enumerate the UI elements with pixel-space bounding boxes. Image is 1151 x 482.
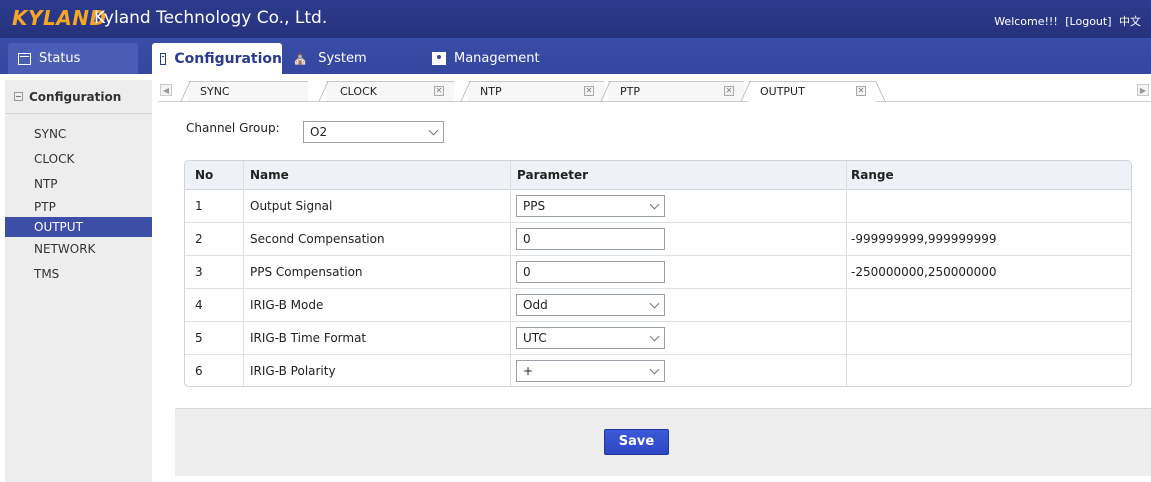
output-parameter-table: No Name Parameter Range 1 Output Signal … <box>184 160 1132 387</box>
chevron-down-icon <box>649 298 660 309</box>
subtab-clock[interactable]: CLOCK ✕ <box>326 81 454 102</box>
chevron-down-icon <box>649 331 660 342</box>
output-signal-select[interactable]: PPS <box>516 195 665 217</box>
row-no: 2 <box>195 232 203 246</box>
column-divider <box>510 161 511 386</box>
sidebar-title: Configuration <box>29 89 122 104</box>
user-icon <box>432 52 446 65</box>
subtab-ptp-label: PTP <box>620 85 640 98</box>
irig-b-time-format-select[interactable]: UTC <box>516 327 665 349</box>
home-icon: ⛪ <box>292 51 309 66</box>
table-row: 2 Second Compensation 0 -999999999,99999… <box>185 223 1131 256</box>
logout-link[interactable]: [Logout] <box>1065 15 1111 28</box>
sidebar: Configuration SYNC CLOCK NTP PTP OUTPUT … <box>5 80 152 482</box>
scroll-right-icon[interactable]: ▶ <box>1137 84 1149 96</box>
app-header: KYLAND Kyland Technology Co., Ltd. Welco… <box>0 0 1151 38</box>
output-signal-value: PPS <box>523 199 546 213</box>
channel-group-value: O2 <box>310 125 328 139</box>
sidebar-item-network[interactable]: NETWORK <box>5 237 152 262</box>
row-no: 1 <box>195 199 203 213</box>
channel-group-label: Channel Group: <box>186 121 280 135</box>
row-no: 3 <box>195 265 203 279</box>
close-icon[interactable]: ✕ <box>724 86 734 96</box>
subtab-ntp-label: NTP <box>480 85 502 98</box>
welcome-text: Welcome!!! <box>994 15 1058 28</box>
row-range: -250000000,250000000 <box>851 265 997 279</box>
sidebar-item-ntp[interactable]: NTP <box>5 172 152 197</box>
irig-b-mode-select[interactable]: Odd <box>516 294 665 316</box>
nav-tab-system-label: System <box>318 51 367 66</box>
window-icon <box>18 52 31 65</box>
list-icon <box>160 52 167 65</box>
sidebar-item-tms[interactable]: TMS <box>5 262 152 287</box>
sidebar-item-sync[interactable]: SYNC <box>5 122 152 147</box>
row-name: PPS Compensation <box>250 265 363 279</box>
chevron-down-icon <box>649 364 660 375</box>
row-no: 6 <box>195 364 203 378</box>
irig-b-polarity-value: + <box>523 364 534 378</box>
nav-tab-status[interactable]: Status <box>8 43 138 74</box>
sidebar-item-output[interactable]: OUTPUT <box>5 217 152 237</box>
table-row: 5 IRIG-B Time Format UTC <box>185 322 1131 355</box>
close-icon[interactable]: ✕ <box>434 86 444 96</box>
welcome-area: Welcome!!! [Logout] 中文 <box>990 13 1141 29</box>
channel-group-select[interactable]: O2 <box>303 121 444 143</box>
sidebar-list: SYNC CLOCK NTP PTP OUTPUT NETWORK TMS <box>5 122 152 287</box>
language-switch[interactable]: 中文 <box>1119 15 1141 28</box>
chevron-down-icon <box>649 199 660 210</box>
column-header-name: Name <box>250 168 289 182</box>
column-header-range: Range <box>851 168 894 182</box>
column-header-no: No <box>195 168 214 182</box>
kyland-logo: KYLAND <box>12 6 107 30</box>
subtab-sync[interactable]: SYNC <box>188 81 308 102</box>
subtab-output[interactable]: OUTPUT ✕ <box>748 81 876 102</box>
row-name: IRIG-B Mode <box>250 298 324 312</box>
column-header-parameter: Parameter <box>517 168 589 182</box>
column-divider <box>846 161 847 386</box>
subtab-ptp[interactable]: PTP ✕ <box>608 81 744 102</box>
subtab-ntp[interactable]: NTP ✕ <box>468 81 604 102</box>
table-row: 6 IRIG-B Polarity + <box>185 355 1131 386</box>
subtab-sync-label: SYNC <box>200 85 230 98</box>
sub-tab-bar: ◀ SYNC CLOCK ✕ NTP ✕ PTP ✕ OUTPUT ✕ ▶ <box>158 80 1151 102</box>
chevron-down-icon <box>428 125 439 136</box>
row-name: IRIG-B Polarity <box>250 364 336 378</box>
scroll-left-icon[interactable]: ◀ <box>160 84 172 96</box>
save-button[interactable]: Save <box>604 429 669 455</box>
table-row: 3 PPS Compensation 0 -250000000,25000000… <box>185 256 1131 289</box>
subtab-clock-label: CLOCK <box>340 85 377 98</box>
close-icon[interactable]: ✕ <box>584 86 594 96</box>
subtab-output-label: OUTPUT <box>760 85 805 98</box>
pps-compensation-input[interactable]: 0 <box>516 261 665 283</box>
sidebar-header[interactable]: Configuration <box>5 80 152 114</box>
row-name: Second Compensation <box>250 232 385 246</box>
main-nav: Status Configuration ⛪ System Management <box>0 38 1151 74</box>
column-divider <box>243 161 244 386</box>
nav-tab-status-label: Status <box>39 51 81 66</box>
nav-tab-configuration[interactable]: Configuration <box>152 43 282 74</box>
second-compensation-input[interactable]: 0 <box>516 228 665 250</box>
row-name: IRIG-B Time Format <box>250 331 367 345</box>
nav-tab-management-label: Management <box>454 51 540 66</box>
tab-divider <box>875 81 886 102</box>
row-name: Output Signal <box>250 199 333 213</box>
table-row: 4 IRIG-B Mode Odd <box>185 289 1131 322</box>
nav-tab-configuration-label: Configuration <box>174 50 282 67</box>
irig-b-time-format-value: UTC <box>523 331 547 345</box>
table-header-row: No Name Parameter Range <box>185 161 1131 190</box>
row-range: -999999999,999999999 <box>851 232 997 246</box>
sidebar-item-clock[interactable]: CLOCK <box>5 147 152 172</box>
row-no: 5 <box>195 331 203 345</box>
company-name: Kyland Technology Co., Ltd. <box>94 8 328 28</box>
irig-b-mode-value: Odd <box>523 298 548 312</box>
collapse-icon[interactable] <box>14 92 23 101</box>
nav-tab-management[interactable]: Management <box>432 43 540 74</box>
table-row: 1 Output Signal PPS <box>185 190 1131 223</box>
row-no: 4 <box>195 298 203 312</box>
irig-b-polarity-select[interactable]: + <box>516 360 665 382</box>
close-icon[interactable]: ✕ <box>856 86 866 96</box>
nav-tab-system[interactable]: ⛪ System <box>292 43 367 74</box>
sidebar-item-ptp[interactable]: PTP <box>5 197 152 217</box>
